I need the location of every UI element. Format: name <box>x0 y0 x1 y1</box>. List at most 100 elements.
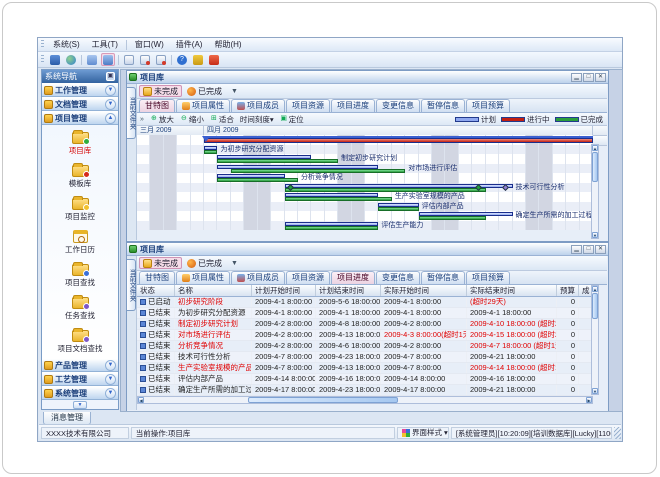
resize-grip[interactable] <box>614 427 621 439</box>
table-horizontal-scrollbar[interactable]: ◀ ▶ <box>137 396 593 404</box>
minimize-button[interactable]: ▁ <box>571 73 582 82</box>
tab-项目预算[interactable]: 项目预算 <box>466 99 510 112</box>
column-header-实际开始时间[interactable]: 实际开始时间 <box>381 285 467 296</box>
chevron-down-icon[interactable]: ▼ <box>105 360 116 371</box>
menu-item[interactable]: 系统(S) <box>47 39 86 51</box>
scroll-left-icon[interactable]: ◀ <box>138 397 144 403</box>
sidebar-item-任务查找[interactable]: 任务查找 <box>42 292 118 325</box>
table-row[interactable]: 已结束为初步研究分配资源2009-4-1 8:00:002009-4-1 18:… <box>137 308 593 319</box>
sidebar-item-项目监控[interactable]: 项目监控 <box>42 193 118 226</box>
gantt-actual-bar[interactable] <box>285 197 392 201</box>
scroll-thumb[interactable] <box>248 397 398 403</box>
sidebar-item-模板库[interactable]: 模板库 <box>42 160 118 193</box>
缩小-button[interactable]: ⊖缩小 <box>180 114 204 125</box>
chevron-down-icon[interactable]: ▼ <box>105 388 116 399</box>
maximize-button[interactable]: □ <box>583 245 594 254</box>
scroll-up-icon[interactable]: ▲ <box>592 145 598 151</box>
column-header-预算[interactable]: 预算 <box>557 285 579 296</box>
gantt-actual-bar[interactable] <box>217 178 297 182</box>
computer-button[interactable] <box>48 53 62 66</box>
tab-项目预算[interactable]: 项目预算 <box>466 271 510 284</box>
gantt-toolbar-overflow-icon[interactable]: » <box>140 116 144 123</box>
scroll-down-icon[interactable]: ▼ <box>592 388 598 394</box>
gantt-actual-bar[interactable] <box>231 169 405 173</box>
menubar-grip[interactable] <box>41 40 44 49</box>
gantt-actual-bar[interactable] <box>419 216 486 220</box>
ui-style-button[interactable]: 界面样式 ▾ <box>397 427 449 439</box>
window-titlebar[interactable]: 项目库 ▁ □ ✕ <box>127 243 608 256</box>
tab-变更信息[interactable]: 变更信息 <box>376 99 420 112</box>
menu-item[interactable]: 窗口(W) <box>129 39 170 51</box>
menu-item[interactable]: 工具(T) <box>86 39 124 51</box>
时间刻度-button[interactable]: 时间刻度▾ <box>240 114 274 125</box>
folder-save-button[interactable] <box>101 53 115 66</box>
chevron-up-icon[interactable]: ▲ <box>105 113 116 124</box>
sidebar-section-工艺管理[interactable]: 工艺管理▼ <box>42 372 118 386</box>
gantt-vertical-scrollbar[interactable]: ▲ ▼ <box>591 144 599 239</box>
current-folder-vertical-tab[interactable]: 当前文件夹 <box>127 87 136 139</box>
未完成-button[interactable]: 未完成 <box>139 257 182 269</box>
tab-甘特图[interactable]: 甘特图 <box>139 99 175 112</box>
current-folder-vertical-tab[interactable]: 当前文件夹 <box>127 259 136 311</box>
tab-项目资源[interactable]: 项目资源 <box>286 99 330 112</box>
column-header-名称[interactable]: 名称 <box>175 285 252 296</box>
table-row[interactable]: 已结束分析竞争情况2009-4-2 8:00:002009-4-6 18:00:… <box>137 341 593 352</box>
table-vertical-scrollbar[interactable]: ▲ ▼ <box>591 285 599 395</box>
scroll-thumb[interactable] <box>592 293 598 319</box>
gantt-actual-bar[interactable] <box>217 159 338 163</box>
sidebar-collapse-icon[interactable]: ▣ <box>106 72 115 81</box>
maximize-button[interactable]: □ <box>583 73 594 82</box>
sidebar-item-工作日历[interactable]: 工作日历 <box>42 226 118 259</box>
tab-暂停信息[interactable]: 暂停信息 <box>421 99 465 112</box>
column-header-计划结束时间[interactable]: 计划结束时间 <box>316 285 381 296</box>
close-button[interactable]: ✕ <box>595 73 606 82</box>
tab-项目进度[interactable]: 项目进度 <box>331 99 375 112</box>
gantt-actual-bar[interactable] <box>285 226 379 230</box>
table-row[interactable]: 已结束确定生产所需的加工过程2009-4-17 8:00:002009-4-23… <box>137 385 593 396</box>
toolbar-grip[interactable] <box>41 55 44 64</box>
scroll-down-icon[interactable]: ▼ <box>592 232 598 238</box>
mail-del-button[interactable] <box>154 53 168 66</box>
tab-暂停信息[interactable]: 暂停信息 <box>421 271 465 284</box>
minimize-button[interactable]: ▁ <box>571 245 582 254</box>
close-button[interactable]: ✕ <box>595 245 606 254</box>
tab-变更信息[interactable]: 变更信息 <box>376 271 420 284</box>
chevron-down-icon[interactable]: ▼ <box>105 99 116 110</box>
table-row[interactable]: 已结束技术可行性分析2009-4-7 8:00:002009-4-23 18:0… <box>137 352 593 363</box>
sidebar-item-项目文档查找[interactable]: 项目文档查找 <box>42 325 118 358</box>
sidebar-section-项目管理[interactable]: 项目管理▲ <box>42 111 118 125</box>
table-row[interactable]: 已结束生产实验室规模的产品2009-4-7 8:00:002009-4-13 1… <box>137 363 593 374</box>
chevron-down-icon[interactable]: ▼ <box>105 374 116 385</box>
help-button[interactable]: ? <box>175 53 189 66</box>
sidebar-section-文档管理[interactable]: 文档管理▼ <box>42 97 118 111</box>
定位-button[interactable]: ▣定位 <box>280 114 304 125</box>
tab-项目成员[interactable]: 项目成员 <box>231 99 285 112</box>
gantt-actual-bar[interactable] <box>378 207 418 211</box>
table-row[interactable]: 已结束对市场进行评估2009-4-2 8:00:002009-4-13 18:0… <box>137 330 593 341</box>
table-row[interactable]: 已结束制定初步研究计划2009-4-2 8:00:002009-4-8 18:0… <box>137 319 593 330</box>
gantt-actual-bar[interactable] <box>204 150 217 154</box>
tab-项目属性[interactable]: 项目属性 <box>176 271 230 284</box>
table-row[interactable]: 已启动初步研究阶段2009-4-1 8:00:002009-5-6 18:00:… <box>137 297 593 308</box>
tab-甘特图[interactable]: 甘特图 <box>139 271 175 284</box>
已完成-button[interactable]: 已完成 <box>184 85 225 97</box>
window-titlebar[interactable]: 项目库 ▁ □ ✕ <box>127 71 608 84</box>
exit-button[interactable] <box>207 53 221 66</box>
scroll-right-icon[interactable]: ▶ <box>586 397 592 403</box>
menu-item[interactable]: 帮助(H) <box>208 39 247 51</box>
mail-new-button[interactable] <box>138 53 152 66</box>
globe-button[interactable] <box>64 53 78 66</box>
mail-button[interactable] <box>122 53 136 66</box>
tab-项目成员[interactable]: 项目成员 <box>231 271 285 284</box>
sidebar-section-工作管理[interactable]: 工作管理▼ <box>42 83 118 97</box>
scroll-up-icon[interactable]: ▲ <box>592 286 598 292</box>
progress-table[interactable]: 状态名称计划开始时间计划结束时间实际开始时间实际结束时间预算成已启动初步研究阶段… <box>137 285 593 396</box>
已完成-button[interactable]: 已完成 <box>184 257 225 269</box>
table-row[interactable]: 已结束评估内部产品2009-4-14 8:00:002009-4-16 18:0… <box>137 374 593 385</box>
sidebar-section-产品管理[interactable]: 产品管理▼ <box>42 358 118 372</box>
sidebar-item-项目查找[interactable]: 项目查找 <box>42 259 118 292</box>
folder-open-button[interactable] <box>85 53 99 66</box>
tab-项目属性[interactable]: 项目属性 <box>176 99 230 112</box>
toolbar-overflow-icon[interactable]: ▼ <box>231 260 238 267</box>
column-header-计划开始时间[interactable]: 计划开始时间 <box>252 285 316 296</box>
